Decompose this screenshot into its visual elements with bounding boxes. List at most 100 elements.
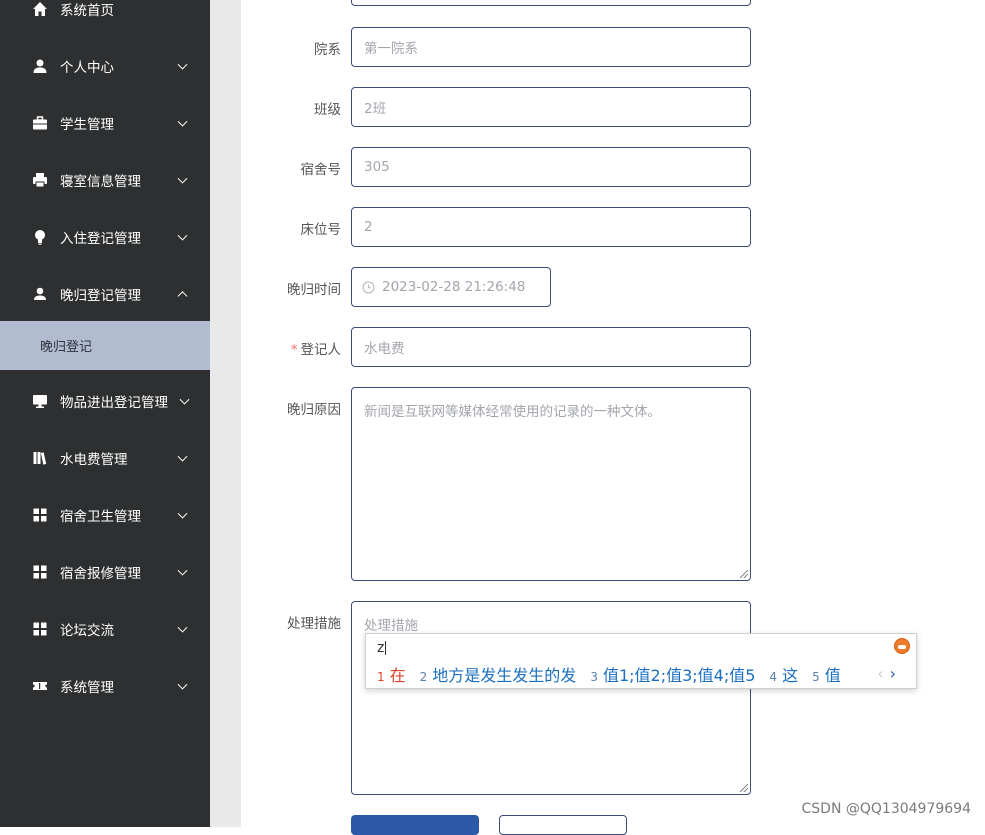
sidebar-item-dorm-info[interactable]: 寝室信息管理 xyxy=(0,151,210,208)
grid-icon xyxy=(32,621,48,637)
candidate-text: 值1;值2;值3;值4;值5 xyxy=(602,666,756,685)
resize-handle-icon[interactable] xyxy=(740,570,748,578)
registrar-label: * 登记人 xyxy=(231,338,341,358)
grid-icon xyxy=(32,564,48,580)
candidate-text: 这 xyxy=(782,666,799,685)
sidebar-item-home[interactable]: 系统首页 xyxy=(0,0,210,37)
measures-textarea[interactable]: 处理措施 xyxy=(351,601,751,795)
measures-placeholder: 处理措施 xyxy=(364,618,418,634)
sidebar-item-label: 寝室信息管理 xyxy=(60,173,141,190)
candidate-number: 2 xyxy=(419,670,428,684)
person-icon xyxy=(32,58,48,74)
printer-icon xyxy=(32,172,48,188)
registrar-input[interactable]: 水电费 xyxy=(351,327,751,367)
chevron-down-icon xyxy=(177,565,188,576)
chevron-right-icon[interactable]: › xyxy=(890,664,896,683)
dorm-number-input[interactable]: 305 xyxy=(351,147,751,187)
required-mark: * xyxy=(290,342,298,358)
candidate-number: 3 xyxy=(590,670,598,684)
chevron-down-icon xyxy=(179,394,190,405)
sidebar-item-repair[interactable]: 宿舍报修管理 xyxy=(0,543,210,600)
class-input[interactable]: 2班 xyxy=(351,87,751,127)
ime-page-nav: ‹ › xyxy=(877,664,896,683)
sidebar-item-forum[interactable]: 论坛交流 xyxy=(0,600,210,657)
sidebar-item-student-management[interactable]: 学生管理 xyxy=(0,94,210,151)
chevron-up-icon xyxy=(177,290,188,301)
reason-value: 新闻是互联网等媒体经常使用的记录的一种文体。 xyxy=(364,404,661,420)
sidebar-subitem-late-register[interactable]: 晚归登记 xyxy=(0,321,210,370)
department-value: 第一院系 xyxy=(364,41,418,57)
class-label: 班级 xyxy=(314,102,341,118)
class-value: 2班 xyxy=(364,101,387,117)
ime-candidate[interactable]: 1在 xyxy=(377,662,406,686)
chevron-down-icon xyxy=(177,679,188,690)
clock-icon xyxy=(362,281,375,294)
chevron-down-icon xyxy=(177,173,188,184)
dorm-number-label: 宿舍号 xyxy=(300,162,342,178)
chevron-down-icon xyxy=(177,508,188,519)
ime-candidate[interactable]: 3 值1;值2;值3;值4;值5 xyxy=(590,662,755,686)
sidebar-item-items-in-out[interactable]: 物品进出登记管理 xyxy=(0,372,210,429)
ticket-icon xyxy=(32,678,48,694)
bed-number-input[interactable]: 2 xyxy=(351,207,751,247)
lightbulb-icon xyxy=(32,229,48,245)
sidebar-item-label: 晚归登记管理 xyxy=(60,287,141,304)
candidate-text: 值 xyxy=(824,666,841,685)
ime-candidate-list: 1在 2 地方是发生发生的发 3 值1;值2;值3;值4;值5 4这 5值 xyxy=(377,662,855,686)
monitor-icon xyxy=(32,393,48,409)
candidate-number: 5 xyxy=(812,670,820,684)
chevron-down-icon xyxy=(177,230,188,241)
chevron-down-icon xyxy=(177,59,188,70)
ime-candidate[interactable]: 2 地方是发生发生的发 xyxy=(420,662,577,686)
sidebar-item-late-return[interactable]: 晚归登记管理 xyxy=(0,265,210,322)
candidate-number: 4 xyxy=(769,670,778,684)
sidebar-item-personal-center[interactable]: 个人中心 xyxy=(0,37,210,94)
cancel-button[interactable] xyxy=(499,815,627,835)
user-icon xyxy=(32,286,48,302)
late-time-label: 晚归时间 xyxy=(287,282,341,298)
home-icon xyxy=(32,1,48,17)
department-input[interactable]: 第一院系 xyxy=(351,27,751,67)
ime-composition: z xyxy=(377,640,387,656)
ime-logo-icon xyxy=(894,638,910,654)
registrar-value: 水电费 xyxy=(364,341,405,357)
sidebar-item-label: 个人中心 xyxy=(60,59,114,76)
registrar-label-text: 登记人 xyxy=(300,342,342,358)
chevron-down-icon xyxy=(177,116,188,127)
ime-candidate-window: z 1在 2 地方是发生发生的发 3 值1;值2;值3;值4;值5 4这 5值 ‹ › xyxy=(365,633,917,689)
sidebar-subitem-label: 晚归登记 xyxy=(40,340,93,355)
chevron-down-icon xyxy=(177,622,188,633)
sidebar-item-label: 学生管理 xyxy=(60,116,114,133)
sidebar-item-label: 物品进出登记管理 xyxy=(60,394,168,411)
sidebar-item-system[interactable]: 系统管理 xyxy=(0,657,210,714)
grid-icon xyxy=(32,507,48,523)
ime-candidate[interactable]: 5值 xyxy=(812,662,841,686)
resize-handle-icon[interactable] xyxy=(740,784,748,792)
sidebar-item-hygiene[interactable]: 宿舍卫生管理 xyxy=(0,486,210,543)
submit-button[interactable] xyxy=(351,815,479,835)
sidebar-item-label: 系统首页 xyxy=(60,2,114,19)
book-icon xyxy=(32,450,48,466)
previous-field-input[interactable] xyxy=(351,0,751,6)
sidebar-item-label: 入住登记管理 xyxy=(60,230,141,247)
sidebar-item-utilities[interactable]: 水电费管理 xyxy=(0,429,210,486)
sidebar-item-label: 宿舍报修管理 xyxy=(60,565,141,582)
ime-candidate[interactable]: 4这 xyxy=(769,662,798,686)
sidebar-item-label: 宿舍卫生管理 xyxy=(60,508,141,525)
candidate-number: 1 xyxy=(377,670,385,684)
ime-composition-text: z xyxy=(377,640,385,656)
sidebar-item-label: 论坛交流 xyxy=(60,622,114,639)
measures-label: 处理措施 xyxy=(287,616,341,632)
dorm-number-value: 305 xyxy=(364,159,390,175)
text-caret xyxy=(385,641,387,655)
bed-number-label: 床位号 xyxy=(300,222,342,238)
chevron-down-icon xyxy=(177,451,188,462)
sidebar-item-check-in[interactable]: 入住登记管理 xyxy=(0,208,210,265)
candidate-text: 地方是发生发生的发 xyxy=(432,666,577,685)
chevron-left-icon[interactable]: ‹ xyxy=(877,664,883,683)
briefcase-icon xyxy=(32,115,48,131)
bed-number-value: 2 xyxy=(364,219,373,235)
reason-textarea[interactable]: 新闻是互联网等媒体经常使用的记录的一种文体。 xyxy=(351,387,751,581)
sidebar: 系统首页 个人中心 学生管理 寝室信息管理 入住登记管理 晚归登记管理 晚归登记… xyxy=(0,0,210,827)
late-time-picker[interactable]: 2023-02-28 21:26:48 xyxy=(351,267,551,307)
